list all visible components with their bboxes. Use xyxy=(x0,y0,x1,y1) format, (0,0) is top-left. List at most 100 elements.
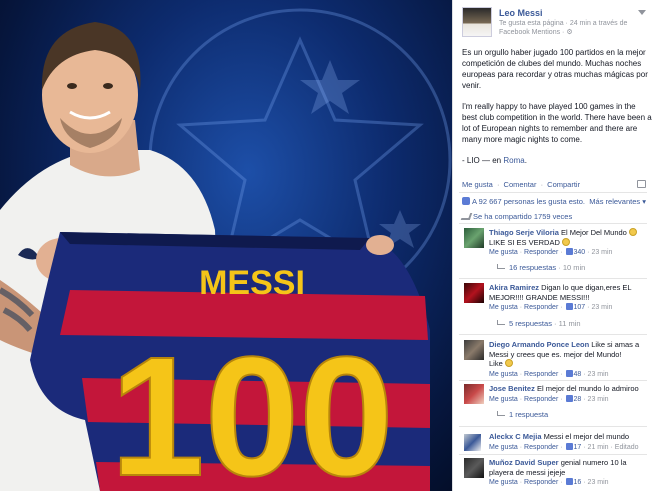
comment-body: Muñoz David Super genial numero 10 la pl… xyxy=(489,458,649,488)
replies-link[interactable]: 5 respuestas · 11 min xyxy=(497,319,581,328)
post-meta-line2[interactable]: Facebook Mentions · xyxy=(499,29,566,36)
author-avatar[interactable] xyxy=(462,7,492,37)
commenter-avatar[interactable] xyxy=(464,283,484,303)
post-meta-line1: Te gusta esta página · 24 min a través d… xyxy=(499,20,628,27)
comment-text-line2: Messi y crees que es. mejor del Mundo! xyxy=(489,349,622,359)
comment-text: Like si amas a xyxy=(591,340,640,349)
commenter-name[interactable]: Diego Armando Ponce Leon xyxy=(489,340,589,349)
globe-icon: ⚙ xyxy=(566,29,573,36)
like-button[interactable]: Me gusta xyxy=(462,180,493,189)
location-link[interactable]: Roma xyxy=(503,156,524,165)
replies-link[interactable]: 1 respuesta xyxy=(497,410,548,419)
comment-like-button[interactable]: Me gusta xyxy=(489,479,518,486)
commenter-name[interactable]: Thiago Serje Viloria xyxy=(489,228,559,237)
like-count-icon xyxy=(565,442,573,450)
comment-reply-button[interactable]: Responder xyxy=(524,371,558,378)
likes-text: A 92 667 personas les gusta esto. xyxy=(472,197,585,206)
comment-meta: Me gusta · Responder · 17 · 21 min · Edi… xyxy=(489,442,639,451)
comment-like-button[interactable]: Me gusta xyxy=(489,396,518,403)
shares-text: Se ha compartido 1759 veces xyxy=(473,212,573,221)
comment-text: genial numero 10 la xyxy=(560,458,627,467)
comment-reply-button[interactable]: Responder xyxy=(524,396,558,403)
jersey-number-text: 100 xyxy=(110,322,394,491)
relevance-label: Más relevantes xyxy=(589,197,641,206)
comment-time: 23 min xyxy=(587,395,609,403)
comment-meta: Me gusta · Responder · 16 · 23 min xyxy=(489,478,609,486)
comment-text: El mejor del mundo lo admiroo xyxy=(536,384,639,393)
comment-time: 23 min xyxy=(587,370,609,378)
commenter-avatar[interactable] xyxy=(464,384,484,404)
signoff-text: - LIO — en xyxy=(462,156,504,165)
comment-button[interactable]: Comentar xyxy=(504,180,537,189)
comment-like-button[interactable]: Me gusta xyxy=(489,304,518,311)
comment-meta: Me gusta · Responder · 107 · 23 min xyxy=(489,303,613,311)
photo-illustration: MESSI 100 xyxy=(0,8,452,491)
commenter-name[interactable]: Muñoz David Super xyxy=(489,458,559,467)
share-arrow-icon xyxy=(460,213,473,220)
post-panel: Leo Messi Te gusta esta página · 24 min … xyxy=(452,0,652,491)
post-paragraph-en: I'm really happy to have played 100 game… xyxy=(462,102,652,144)
comment-text: Digan lo que digan,eres EL xyxy=(541,283,632,292)
comment-time: 23 min xyxy=(591,249,613,256)
like-count-icon xyxy=(565,303,573,310)
replies-time: 11 min xyxy=(558,319,581,328)
comment-like-count[interactable]: 17 xyxy=(574,444,582,451)
comment-like-button[interactable]: Me gusta xyxy=(489,444,518,451)
comment-text-line2: playera de messi jejeje xyxy=(489,467,566,477)
relevance-dropdown[interactable]: Más relevantes ▾ xyxy=(589,197,646,206)
author-name[interactable]: Leo Messi xyxy=(499,8,543,18)
comment-text: El Mejor Del Mundo xyxy=(560,228,627,237)
comment-like-count[interactable]: 16 xyxy=(574,479,582,486)
shares-summary[interactable]: Se ha compartido 1759 veces xyxy=(460,212,573,221)
commenter-name[interactable]: Jose Benitez xyxy=(489,384,535,393)
comment-like-button[interactable]: Me gusta xyxy=(489,371,518,378)
divider xyxy=(459,380,647,381)
comment-reply-button[interactable]: Responder xyxy=(524,479,558,486)
like-count-icon xyxy=(565,478,573,485)
comment-time: 23 min xyxy=(587,479,609,486)
comment-text-line3: Like xyxy=(489,359,503,368)
comment-time: 21 min xyxy=(587,443,609,451)
share-button[interactable]: Compartir xyxy=(547,180,580,189)
comment-time: 23 min xyxy=(591,304,613,311)
comment-reply-button[interactable]: Responder xyxy=(524,304,558,311)
comment-edited[interactable]: Editado xyxy=(615,444,639,451)
comment-meta: Me gusta · Responder · 28 · 23 min xyxy=(489,394,609,403)
comment-like-count[interactable]: 48 xyxy=(574,371,582,378)
thumbs-up-icon xyxy=(462,197,470,205)
comment-reply-button[interactable]: Responder xyxy=(524,444,558,451)
comment-body: Thiago Serje Viloria El Mejor Del Mundo … xyxy=(489,228,649,258)
chevron-down-icon: ▾ xyxy=(642,197,646,206)
replies-count: 16 respuestas xyxy=(509,263,557,272)
divider xyxy=(459,278,647,279)
comment-like-count[interactable]: 28 xyxy=(574,396,582,403)
comment-like-button[interactable]: Me gusta xyxy=(489,249,518,256)
comment-body: Jose Benitez El mejor del mundo lo admir… xyxy=(489,384,649,404)
likes-summary[interactable]: A 92 667 personas les gusta esto. xyxy=(462,197,585,206)
post-actions: Me gusta · Comentar · Compartir xyxy=(462,180,581,189)
commenter-name[interactable]: Aleckx C Mejia xyxy=(489,432,542,441)
comment-like-count[interactable]: 340 xyxy=(574,249,586,256)
comment-text: Messi el mejor del mundo xyxy=(543,432,630,441)
like-count-icon xyxy=(565,369,573,377)
comment-like-count[interactable]: 107 xyxy=(574,304,586,311)
comment-reply-button[interactable]: Responder xyxy=(524,249,558,256)
reply-arrow-icon xyxy=(497,264,505,269)
commenter-avatar[interactable] xyxy=(464,340,484,360)
comment-text-line2: LIKE SI ES VERDAD xyxy=(489,237,560,247)
commenter-name[interactable]: Akira Ramirez xyxy=(489,283,539,292)
post-photo[interactable]: MESSI 100 xyxy=(0,0,452,491)
divider xyxy=(459,334,647,335)
commenter-avatar[interactable] xyxy=(464,228,484,248)
like-count-icon xyxy=(565,394,573,402)
smiley-emoji-icon xyxy=(561,237,570,246)
post-meta: Te gusta esta página · 24 min a través d… xyxy=(499,19,649,37)
divider xyxy=(459,223,647,224)
divider xyxy=(459,192,647,193)
replies-link[interactable]: 16 respuestas · 10 min xyxy=(497,263,585,272)
commenter-avatar[interactable] xyxy=(464,434,481,451)
replies-time: 10 min xyxy=(562,263,586,272)
post-options-chevron-icon[interactable] xyxy=(638,10,646,15)
commenter-avatar[interactable] xyxy=(464,458,484,478)
share-icon[interactable] xyxy=(637,180,646,188)
